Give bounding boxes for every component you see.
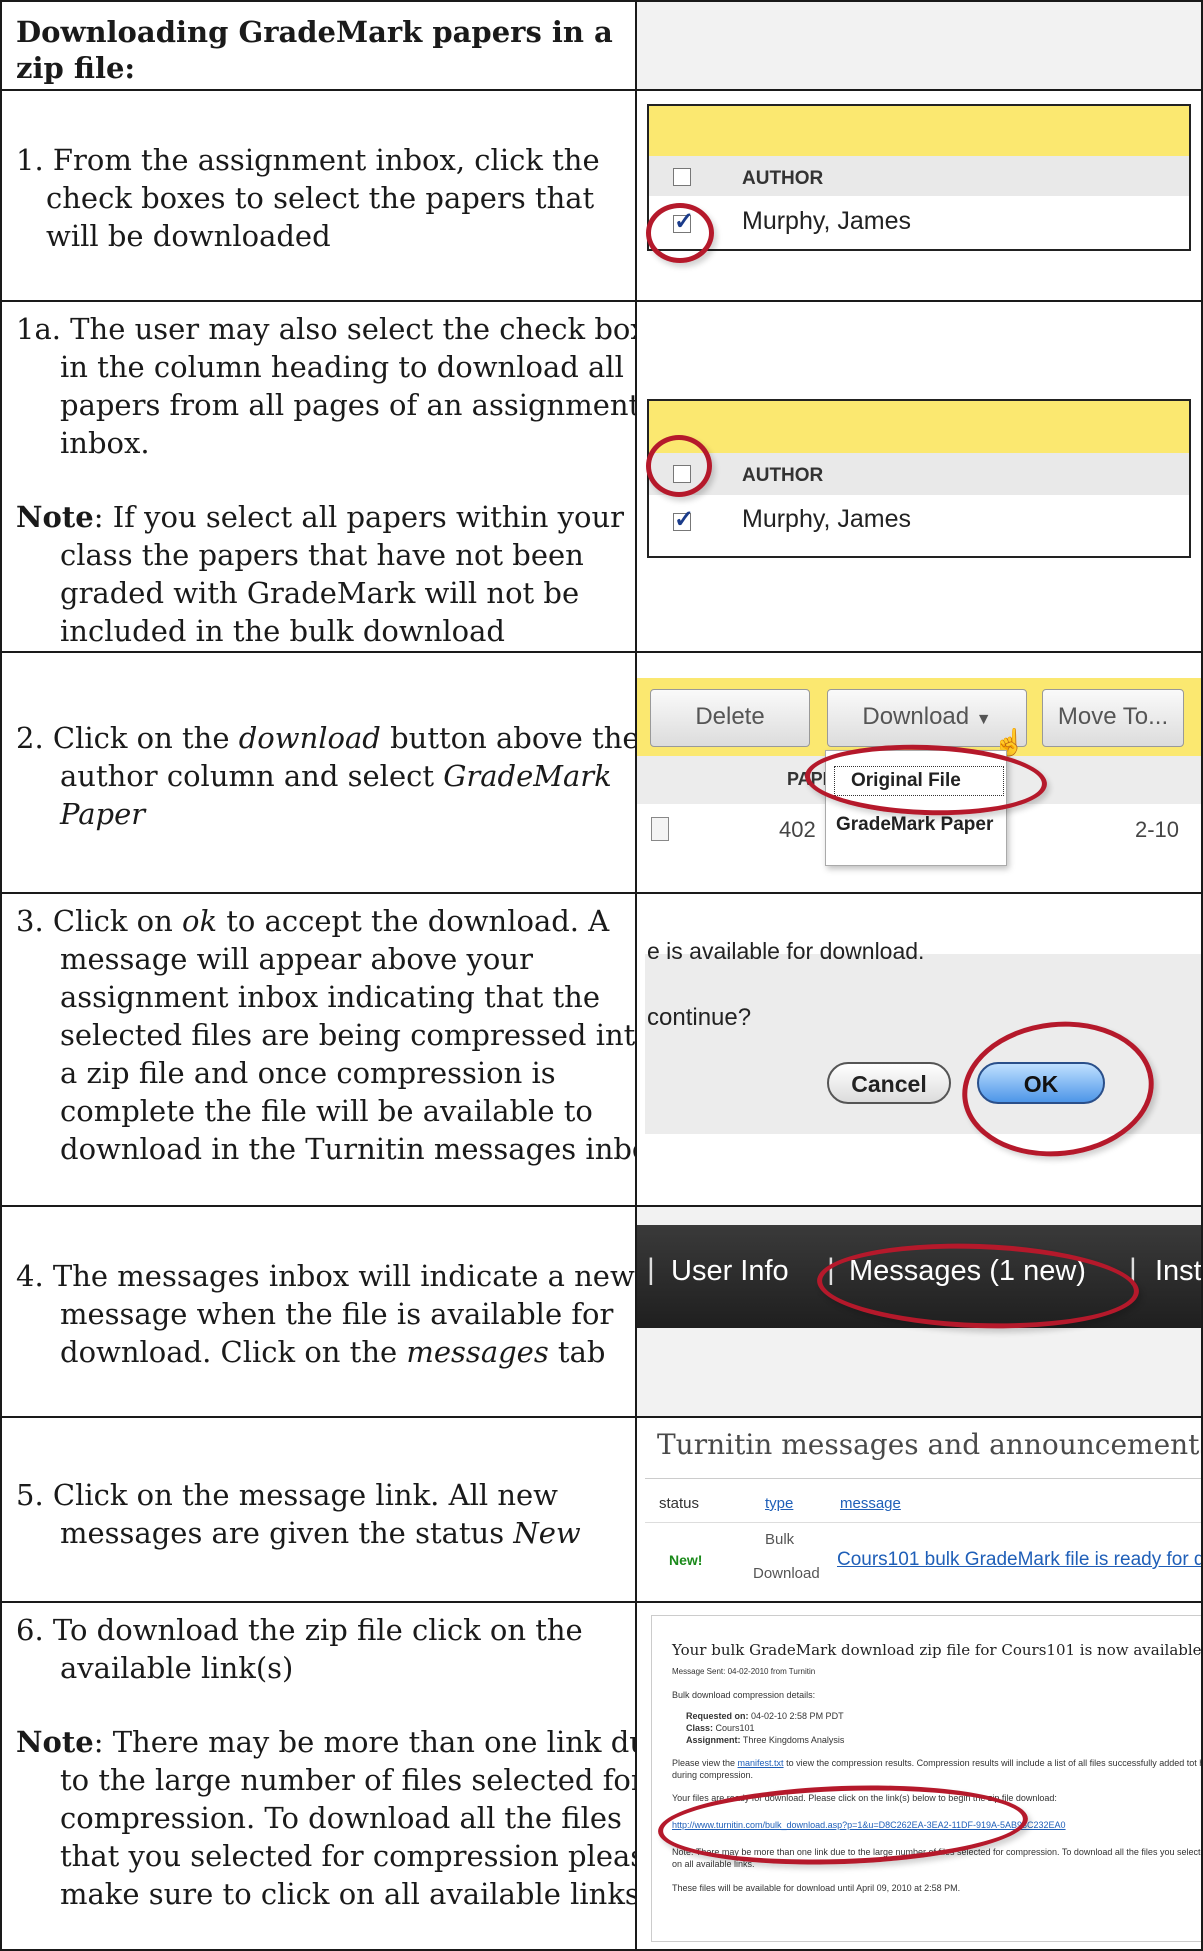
- step-1a-screenshot: AUTHOR Murphy, James: [647, 399, 1191, 558]
- step-4-text-cell: 4. The messages inbox will indicate a ne…: [0, 1205, 637, 1418]
- header-cell: Downloading GradeMark papers in a zip fi…: [0, 0, 637, 91]
- step-5-image-cell: Turnitin messages and announcements stat…: [635, 1416, 1203, 1603]
- author-column-header[interactable]: AUTHOR: [742, 465, 823, 487]
- note-label: Note: [16, 500, 94, 534]
- dropdown-arrow-icon: ▼: [975, 711, 992, 728]
- column-message-link[interactable]: message: [840, 1495, 901, 1512]
- step-3-text-cell: 3. Click on ok to accept the download. A…: [0, 892, 637, 1207]
- column-status: status: [659, 1495, 700, 1512]
- step-6-text: 6. To download the zip file click on the…: [16, 1613, 583, 1685]
- messages-heading: Turnitin messages and announcements: [657, 1428, 1203, 1461]
- step-4-screenshot: | User Info | Messages (1 new) | Inst: [637, 1207, 1201, 1416]
- select-all-checkbox[interactable]: [673, 168, 691, 186]
- document-icon: [651, 817, 669, 841]
- message-title: Your bulk GradeMark download zip file fo…: [672, 1641, 1203, 1659]
- delete-button[interactable]: Delete: [650, 689, 810, 747]
- step-4-image-cell: | User Info | Messages (1 new) | Inst: [635, 1205, 1203, 1418]
- dialog-question: continue?: [647, 1004, 752, 1031]
- assignment-line: Assignment: Three Kingdoms Analysis: [686, 1735, 845, 1745]
- step-1-image-cell: AUTHOR Murphy, James: [635, 89, 1203, 302]
- manifest-line: Please view the manifest.txt to view the…: [672, 1758, 1203, 1768]
- status-badge: New!: [669, 1552, 703, 1568]
- class-line: Class: Cours101: [686, 1723, 755, 1733]
- step-4-text: 4. The messages inbox will indicate a ne…: [16, 1259, 635, 1369]
- author-name: Murphy, James: [742, 505, 912, 533]
- message-type-line2: Download: [753, 1565, 820, 1582]
- note-text: : If you select all papers within your c…: [60, 500, 625, 648]
- menu-item-grademark-paper[interactable]: GradeMark Paper: [836, 811, 993, 839]
- step-6-screenshot: Your bulk GradeMark download zip file fo…: [651, 1615, 1203, 1942]
- step-5-text-cell: 5. Click on the message link. All new me…: [0, 1416, 637, 1603]
- requested-line: Requested on: 04-02-10 2:58 PM PDT: [686, 1711, 844, 1721]
- nav-instructor[interactable]: Inst: [1155, 1255, 1201, 1288]
- step-2-screenshot: Delete Download ▼ ☝ Move To... PAPI 402 …: [637, 653, 1201, 892]
- manifest-link[interactable]: manifest.txt: [738, 1758, 784, 1768]
- dialog-top-text: e is available for download.: [647, 938, 925, 964]
- row-value-left: 402: [779, 817, 816, 842]
- cancel-button[interactable]: Cancel: [827, 1062, 951, 1104]
- step-3-text: 3. Click on ok to accept the download. A…: [16, 904, 637, 1166]
- step-1a-text-cell: 1a. The user may also select the check b…: [0, 300, 637, 653]
- manifest-line-2: during compression.: [672, 1770, 754, 1780]
- author-column-header[interactable]: AUTHOR: [742, 168, 823, 190]
- document-page: Downloading GradeMark papers in a zip fi…: [0, 0, 1203, 1951]
- message-sent: Message Sent: 04-02-2010 from Turnitin: [672, 1667, 816, 1676]
- message-link[interactable]: Cours101 bulk GradeMark file is ready fo…: [837, 1549, 1201, 1571]
- paper-checkbox[interactable]: [673, 505, 694, 534]
- details-heading: Bulk download compression details:: [672, 1690, 816, 1700]
- step-2-text: 2. Click on the download button above th…: [16, 721, 637, 831]
- step-6-text-cell: 6. To download the zip file click on the…: [0, 1601, 637, 1951]
- page-title: Downloading GradeMark papers in a zip fi…: [16, 15, 613, 85]
- row-value-right: 2-10: [1135, 817, 1180, 842]
- header-empty-cell: [635, 0, 1203, 91]
- step-1a-image-cell: AUTHOR Murphy, James: [635, 300, 1203, 653]
- step-6-note: Note: There may be more than one link du…: [2, 1723, 637, 1913]
- author-name: Murphy, James: [742, 207, 912, 235]
- step-2-text-cell: 2. Click on the download button above th…: [0, 651, 637, 894]
- move-to-button[interactable]: Move To...: [1042, 689, 1184, 747]
- step-1-text: 1. From the assignment inbox, click the …: [16, 143, 600, 253]
- note-label: Note: [16, 1725, 94, 1759]
- step-3-screenshot: e is available for download. continue? C…: [637, 894, 1201, 1205]
- expiry-line: These files will be available for downlo…: [672, 1883, 961, 1893]
- note-text: : There may be more than one link due to…: [60, 1725, 637, 1911]
- step-5-screenshot: Turnitin messages and announcements stat…: [637, 1418, 1203, 1601]
- message-type-line1: Bulk: [765, 1531, 795, 1548]
- step-1a-note: Note: If you select all papers within yo…: [2, 498, 635, 650]
- step-1-text-cell: 1. From the assignment inbox, click the …: [0, 89, 637, 302]
- highlight-oval: [646, 435, 712, 497]
- step-5-text: 5. Click on the message link. All new me…: [16, 1478, 581, 1550]
- step-6-image-cell: Your bulk GradeMark download zip file fo…: [635, 1601, 1203, 1951]
- step-3-image-cell: e is available for download. continue? C…: [635, 892, 1203, 1207]
- step-2-image-cell: Delete Download ▼ ☝ Move To... PAPI 402 …: [635, 651, 1203, 894]
- step-1-screenshot: AUTHOR Murphy, James: [647, 104, 1191, 251]
- step-1a-text: 1a. The user may also select the check b…: [16, 312, 637, 460]
- column-type-link[interactable]: type: [765, 1495, 793, 1512]
- nav-user-info[interactable]: User Info: [671, 1255, 789, 1288]
- highlight-oval: [646, 203, 714, 263]
